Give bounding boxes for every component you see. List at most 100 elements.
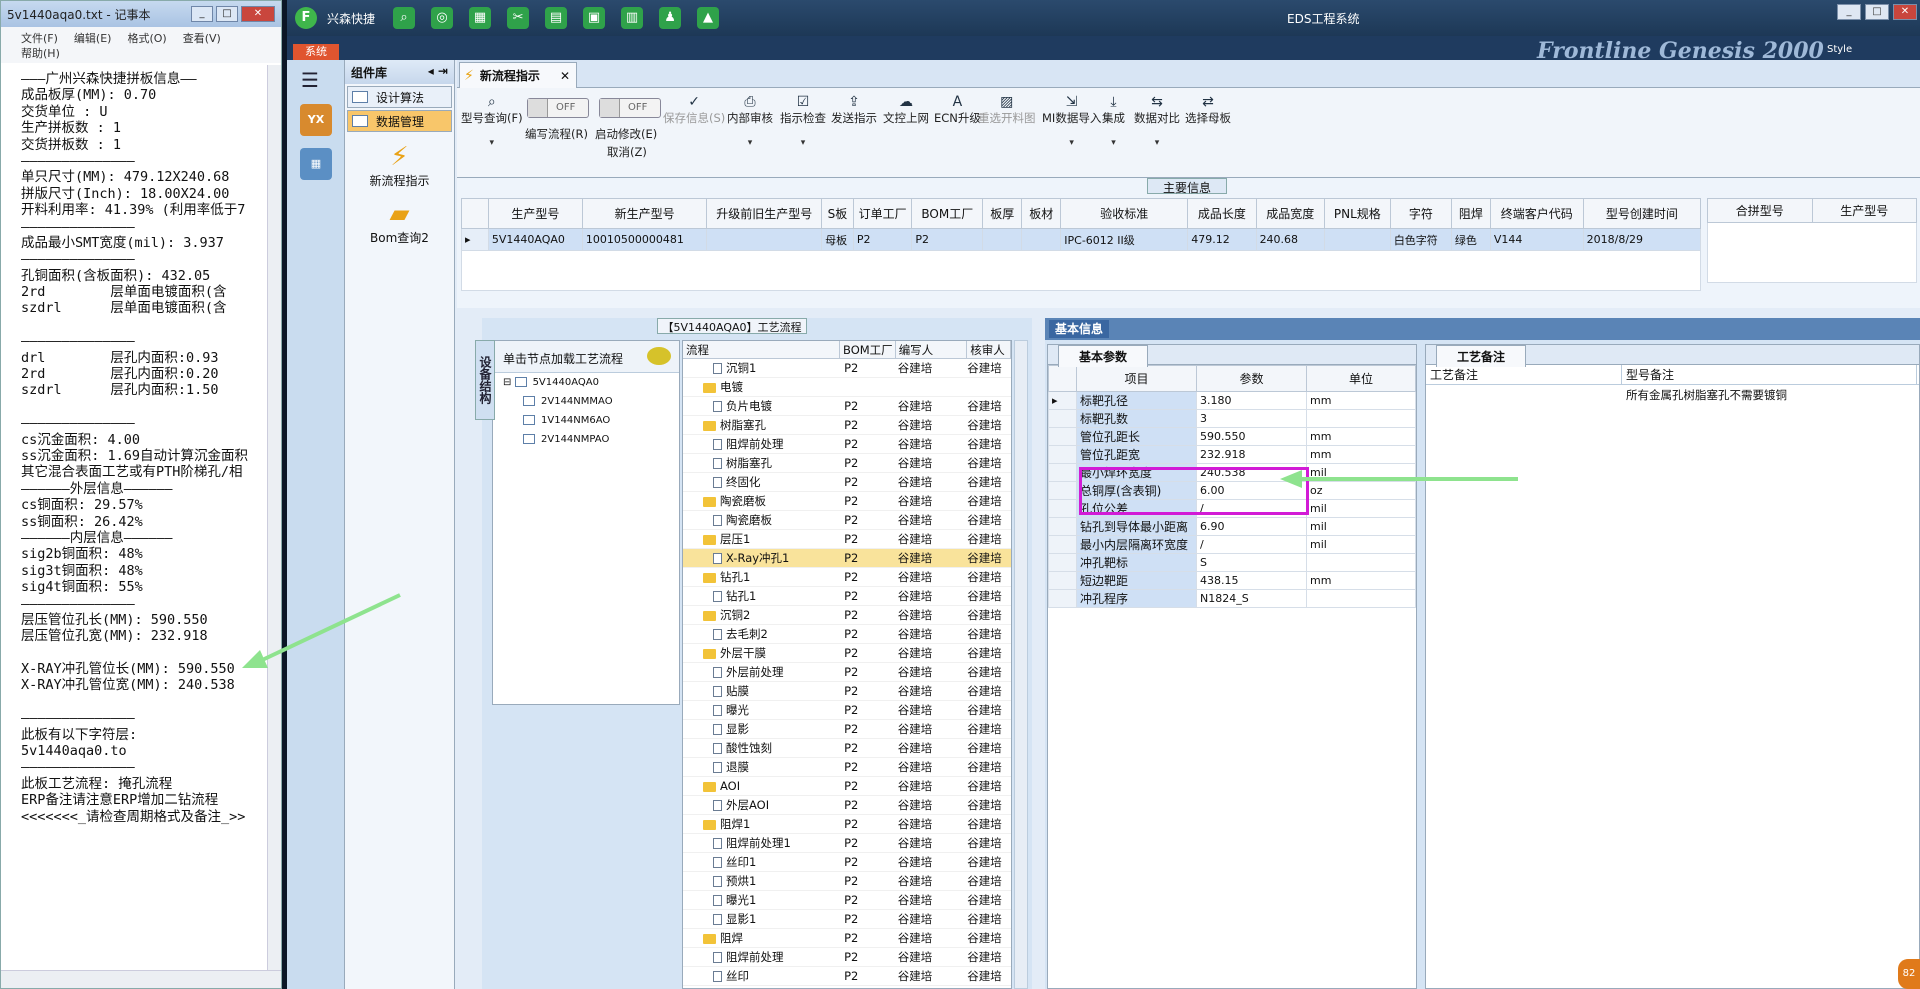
param-value[interactable]: S	[1196, 553, 1307, 572]
main-info-cell[interactable]: P2	[852, 228, 913, 251]
flow-row[interactable]: 预烘1 P2 谷建培 谷建培	[683, 872, 1011, 891]
param-row[interactable]: 钻孔到导体最小距离 6.90 mil	[1048, 517, 1416, 536]
tab-system[interactable]: 系统	[293, 44, 339, 60]
main-info-cell[interactable]: 479.12	[1187, 228, 1257, 251]
main-info-col-header[interactable]: 成品长度	[1187, 198, 1257, 229]
menu-view[interactable]: 查看(V)	[183, 32, 221, 45]
flow-row[interactable]: X-Ray冲孔1 P2 谷建培 谷建培	[683, 549, 1011, 568]
flow-row[interactable]: 丝印 P2 谷建培 谷建培	[683, 967, 1011, 986]
main-info-col-header[interactable]: BOM工厂	[911, 198, 984, 229]
maximize-icon[interactable]: □	[1865, 4, 1889, 20]
flow-row[interactable]: 外层前处理 P2 谷建培 谷建培	[683, 663, 1011, 682]
toolbar-button-8[interactable]: ⤓ 集成 ▾	[1102, 94, 1125, 148]
new-flow-button[interactable]: ⚡ 新流程指示	[345, 142, 454, 189]
param-value[interactable]: 6.90	[1196, 517, 1307, 536]
param-value[interactable]: N1824_S	[1196, 589, 1307, 608]
start-modify-toggle[interactable]: OFF	[599, 98, 661, 118]
query-button[interactable]: ⌕ 型号查询(F) ▾	[461, 94, 523, 148]
flow-row[interactable]: 沉铜1 P2 谷建培 谷建培	[683, 359, 1011, 378]
toolbar-button-7[interactable]: ⇲ MI数据导入 ▾	[1042, 94, 1101, 148]
tree-node-root[interactable]: ⊟ 5V1440AQA0	[493, 373, 679, 392]
param-value[interactable]: 232.918	[1196, 445, 1307, 464]
notepad-vertical-scrollbar[interactable]	[267, 65, 281, 970]
flow-row[interactable]: 丝印1 P2 谷建培 谷建培	[683, 853, 1011, 872]
calculator-icon[interactable]: ▦	[300, 148, 332, 180]
close-tab-icon[interactable]: ✕	[560, 69, 570, 83]
comment-icon[interactable]	[647, 347, 671, 365]
grid-icon[interactable]: ▦	[469, 7, 492, 29]
flow-row[interactable]: 陶瓷磨板 P2 谷建培 谷建培	[683, 511, 1011, 530]
flow-row[interactable]: 电镀	[683, 378, 1011, 397]
flow-row[interactable]: 曝光1 P2 谷建培 谷建培	[683, 891, 1011, 910]
flow-row[interactable]: 阻焊前处理 P2 谷建培 谷建培	[683, 948, 1011, 967]
flow-row[interactable]: 钻孔1 P2 谷建培 谷建培	[683, 568, 1011, 587]
search-icon[interactable]: ⌕	[393, 7, 416, 29]
close-icon[interactable]: ✕	[241, 6, 275, 22]
param-row[interactable]: 冲孔程序 N1824_S	[1048, 589, 1416, 608]
flow-row[interactable]: 层压1 P2 谷建培 谷建培	[683, 530, 1011, 549]
main-info-col-header[interactable]: 成品宽度	[1255, 198, 1325, 229]
main-info-cell[interactable]	[1323, 228, 1391, 251]
flow-row[interactable]: 退膜 P2 谷建培 谷建培	[683, 758, 1011, 777]
main-info-cell[interactable]: 白色字符	[1389, 228, 1452, 251]
yx-module-icon[interactable]: YX	[300, 104, 332, 136]
flow-row[interactable]: 贴膜 P2 谷建培 谷建培	[683, 682, 1011, 701]
toolbar-button-3[interactable]: ⇪ 发送指示	[831, 94, 877, 126]
flow-row[interactable]: 阻焊前处理1 P2 谷建培 谷建培	[683, 834, 1011, 853]
hamburger-icon[interactable]: ☰	[301, 68, 331, 92]
flow-row[interactable]: 负片电镀 P2 谷建培 谷建培	[683, 397, 1011, 416]
chart-icon[interactable]: ▲	[697, 7, 720, 29]
main-info-cell[interactable]	[982, 228, 1023, 251]
notification-badge[interactable]: 82	[1898, 959, 1920, 989]
style-menu[interactable]: Style	[1827, 44, 1852, 55]
flow-scrollbar[interactable]	[1014, 340, 1028, 989]
main-info-col-header[interactable]: 终端客户代码	[1489, 198, 1584, 229]
main-info-col-header[interactable]: PNL规格	[1323, 198, 1391, 229]
menu-help[interactable]: 帮助(H)	[21, 47, 60, 60]
tree-node[interactable]: 2V144NMPAO	[493, 430, 679, 449]
main-info-cell[interactable]: 240.68	[1255, 228, 1325, 251]
tree-node[interactable]: 1V144NM6AO	[493, 411, 679, 430]
main-info-col-header[interactable]: 板厚	[982, 198, 1023, 229]
main-info-cell[interactable]	[1021, 228, 1062, 251]
tab-new-flow[interactable]: ⚡ 新流程指示 ✕	[459, 62, 577, 88]
main-info-col-header[interactable]: 生产型号	[487, 198, 583, 229]
toolbar-button-2[interactable]: ☑ 指示检查 ▾	[780, 94, 826, 148]
flow-row[interactable]: 显影1 P2 谷建培 谷建培	[683, 910, 1011, 929]
flow-row[interactable]: 曝光 P2 谷建培 谷建培	[683, 701, 1011, 720]
menu-edit[interactable]: 编辑(E)	[74, 32, 112, 45]
main-info-col-header[interactable]: 验收标准	[1060, 198, 1189, 229]
toolbar-button-5[interactable]: A ECN升级	[934, 94, 981, 126]
side-tab-device-structure[interactable]: 设备结构	[475, 340, 495, 420]
param-row[interactable]: 短边靶距 438.15 mm	[1048, 571, 1416, 590]
toolbar-button-6[interactable]: ▨ 重选开料图	[978, 94, 1036, 126]
model-note-value[interactable]: 所有金属孔树脂塞孔不需要镀铜	[1626, 387, 1787, 403]
tab-basic-params[interactable]: 基本参数	[1058, 345, 1149, 367]
param-row[interactable]: 冲孔靶标 S	[1048, 553, 1416, 572]
param-row[interactable]: 最小内层隔离环宽度 / mil	[1048, 535, 1416, 554]
main-info-cell[interactable]: V144	[1489, 228, 1584, 251]
tree-node[interactable]: 2V144NMMAO	[493, 392, 679, 411]
user-icon[interactable]: ♟	[659, 7, 682, 29]
main-info-col-header[interactable]: 订单工厂	[852, 198, 913, 229]
bom-query-button[interactable]: ▰ Bom查询2	[345, 199, 454, 246]
main-info-cell[interactable]: 2018/8/29	[1582, 228, 1702, 251]
scissors-icon[interactable]: ✂	[507, 7, 530, 29]
main-info-cell[interactable]: 10010500000481	[581, 228, 708, 251]
flow-row[interactable]: 阻焊1 P2 谷建培 谷建培	[683, 815, 1011, 834]
nav-icons[interactable]: ◂ ⇥	[428, 64, 448, 80]
minimize-icon[interactable]: _	[191, 6, 213, 22]
minimize-icon[interactable]: _	[1837, 4, 1861, 20]
chevron-down-icon[interactable]: ▾	[1102, 138, 1125, 148]
main-info-col-header[interactable]: 字符	[1389, 198, 1452, 229]
param-value[interactable]: 3.180	[1196, 391, 1307, 410]
menu-format[interactable]: 格式(O)	[127, 32, 166, 45]
toolbar-button-1[interactable]: ⎙ 内部审核 ▾	[727, 94, 773, 148]
main-info-cell[interactable]: IPC-6012 II级	[1060, 228, 1189, 251]
notepad-horizontal-scrollbar[interactable]	[1, 970, 281, 988]
maximize-icon[interactable]: □	[216, 6, 238, 22]
param-value[interactable]: 590.550	[1196, 427, 1307, 446]
flow-row[interactable]: 树脂塞孔 P2 谷建培 谷建培	[683, 454, 1011, 473]
flow-row[interactable]: 阻焊 P2 谷建培 谷建培	[683, 929, 1011, 948]
flow-row[interactable]: 阻焊前处理 P2 谷建培 谷建培	[683, 435, 1011, 454]
